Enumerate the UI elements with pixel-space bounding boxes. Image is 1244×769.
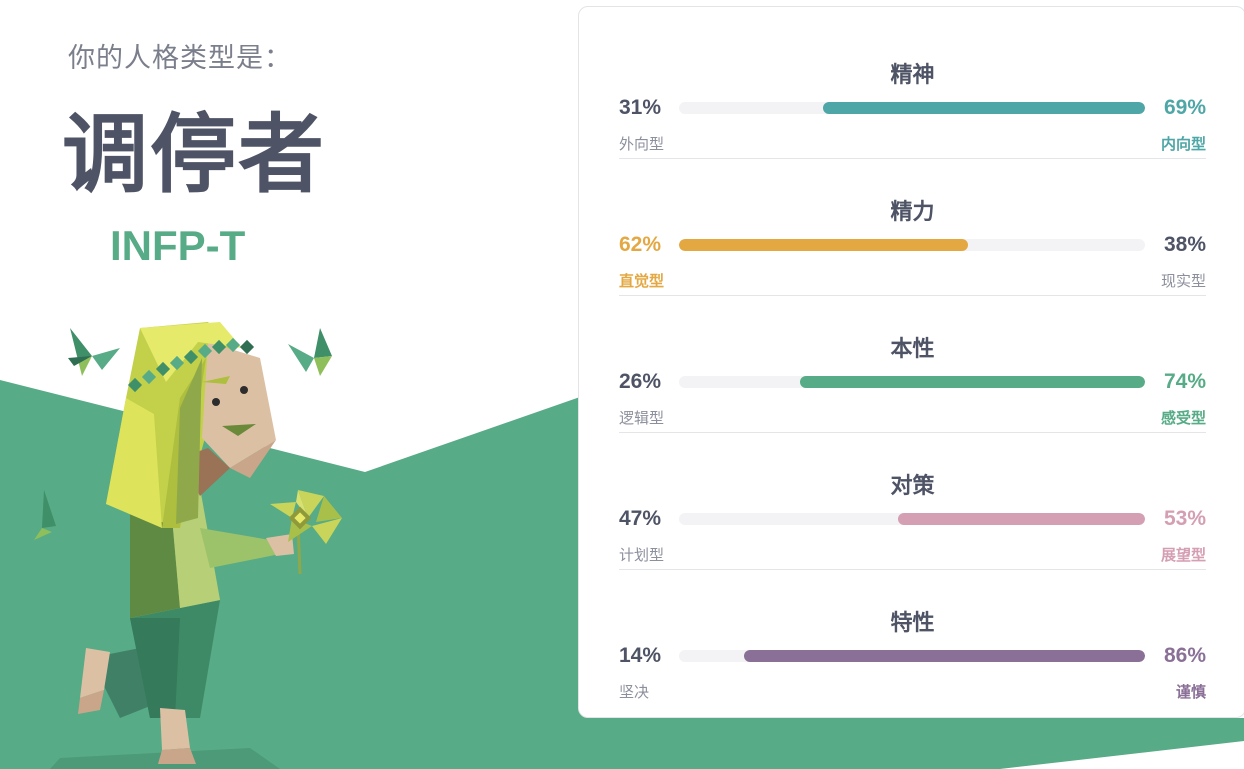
trait-progress-bar: [679, 513, 1145, 525]
personality-type-code: INFP-T: [110, 222, 246, 269]
trait-left-percent: 14%: [619, 644, 662, 667]
trait-right-label: 感受型: [1160, 409, 1206, 427]
trait-left-label: 直觉型: [619, 272, 665, 290]
trait-title: 本性: [890, 337, 935, 362]
trait-left-percent: 47%: [619, 507, 662, 530]
trait-title: 精神: [890, 63, 935, 88]
trait-tactics: 对策 47% 53% 计划型 展望型: [619, 432, 1206, 569]
trait-progress-bar: [679, 102, 1145, 114]
trait-right-percent: 53%: [1163, 507, 1206, 530]
mediator-character-illustration: [34, 322, 342, 769]
trait-title: 精力: [890, 200, 935, 225]
butterfly-right-icon: [288, 328, 332, 376]
trait-right-label: 现实型: [1160, 272, 1206, 290]
trait-right-percent: 38%: [1163, 233, 1206, 256]
trait-right-percent: 74%: [1163, 370, 1206, 393]
intro-text: 你的人格类型是：: [68, 43, 292, 74]
trait-left-label: 外向型: [619, 135, 665, 153]
trait-mind: 精神 31% 69% 外向型 内向型: [619, 21, 1206, 158]
trait-progress-fill: [898, 513, 1145, 525]
trait-progress-bar: [679, 650, 1145, 662]
trait-title: 对策: [890, 474, 935, 499]
trait-progress-fill: [744, 650, 1145, 662]
trait-left-percent: 62%: [619, 233, 662, 256]
flower-icon: [270, 490, 342, 575]
trait-progress-bar: [679, 239, 1145, 251]
trait-right-percent: 69%: [1163, 96, 1206, 119]
trait-left-label: 计划型: [619, 546, 665, 564]
trait-left-percent: 31%: [619, 96, 662, 119]
trait-left-label: 坚决: [619, 683, 650, 701]
trait-title: 特性: [890, 611, 935, 636]
trait-right-label: 展望型: [1160, 546, 1206, 564]
personality-type-name: 调停者: [62, 105, 326, 205]
trait-left-label: 逻辑型: [619, 409, 665, 427]
trait-progress-bar: [679, 376, 1145, 388]
trait-progress-fill: [800, 376, 1145, 388]
trait-progress-fill: [679, 239, 968, 251]
trait-identity: 特性 14% 86% 坚决 谨慎: [619, 569, 1206, 706]
trait-right-percent: 86%: [1163, 644, 1206, 667]
trait-results-card: 精神 31% 69% 外向型 内向型 精力 62% 38% 直觉型 现实型 本性…: [578, 6, 1244, 718]
trait-energy: 精力 62% 38% 直觉型 现实型: [619, 158, 1206, 295]
trait-right-label: 谨慎: [1175, 683, 1206, 701]
trait-nature: 本性 26% 74% 逻辑型 感受型: [619, 295, 1206, 432]
trait-right-label: 内向型: [1160, 135, 1206, 153]
trait-left-percent: 26%: [619, 370, 662, 393]
butterfly-left-icon: [68, 328, 120, 376]
trait-progress-fill: [823, 102, 1145, 114]
butterfly-small-icon: [34, 490, 56, 540]
